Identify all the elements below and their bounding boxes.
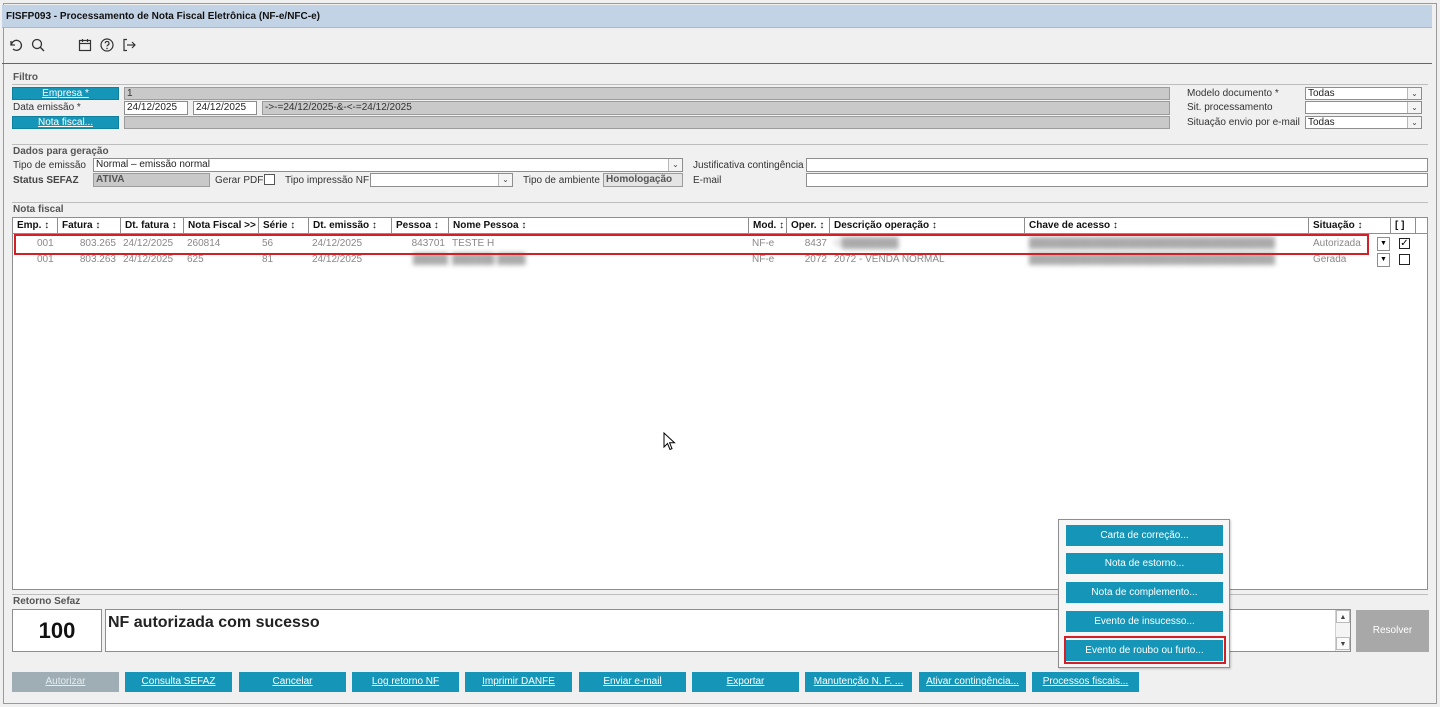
retorno-message: NF autorizada com sucesso — [108, 614, 320, 631]
sit-processamento-select[interactable]: ⌄ — [1305, 101, 1422, 114]
log-retorno-button[interactable]: Log retorno NF — [352, 672, 459, 692]
window-title: FISFP093 - Processamento de Nota Fiscal … — [6, 11, 320, 22]
empresa-field[interactable]: 1 — [124, 87, 1170, 100]
undo-icon[interactable] — [7, 36, 25, 54]
modelo-documento-value: Todas — [1308, 88, 1335, 99]
tipo-ambiente-label: Tipo de ambiente — [523, 175, 600, 186]
title-bar: FISFP093 - Processamento de Nota Fiscal … — [2, 5, 1432, 28]
table-header: Emp. ↕ Fatura ↕ Dt. fatura ↕ Nota Fiscal… — [13, 218, 1427, 234]
modelo-documento-select[interactable]: Todas ⌄ — [1305, 87, 1422, 100]
tipo-ambiente-value: Homologação — [603, 173, 683, 187]
col-dt-fatura[interactable]: Dt. fatura ↕ — [121, 218, 184, 234]
justificativa-field[interactable] — [806, 158, 1428, 172]
mouse-cursor-icon — [663, 432, 676, 451]
help-icon[interactable] — [98, 36, 116, 54]
col-serie[interactable]: Série ↕ — [259, 218, 309, 234]
evento-insucesso-button[interactable]: Evento de insucesso... — [1066, 611, 1223, 632]
gerar-pdf-label: Gerar PDF — [215, 175, 264, 186]
row-highlight-box — [14, 234, 1369, 255]
scroll-down-icon[interactable]: ▼ — [1336, 637, 1350, 650]
chevron-down-icon[interactable]: ⌄ — [498, 174, 512, 186]
dados-section-title: Dados para geração — [13, 146, 109, 157]
nota-fiscal-button[interactable]: Nota fiscal... — [12, 116, 119, 129]
calendar-icon[interactable] — [76, 36, 94, 54]
justificativa-label: Justificativa contingência — [693, 160, 804, 171]
enviar-email-button[interactable]: Enviar e-mail — [579, 672, 686, 692]
chevron-down-icon[interactable]: ⌄ — [668, 159, 682, 171]
toolbar-divider — [2, 63, 1432, 64]
gerar-pdf-checkbox[interactable] — [264, 174, 275, 185]
ativar-contingencia-button[interactable]: Ativar contingência... — [919, 672, 1026, 692]
modelo-documento-label: Modelo documento * — [1187, 88, 1279, 99]
nota-fiscal-field[interactable] — [124, 116, 1170, 129]
email-label: E-mail — [693, 175, 722, 186]
situacao-envio-label: Situação envio por e-mail — [1187, 117, 1300, 128]
chevron-down-icon[interactable]: ⌄ — [1407, 88, 1421, 99]
tipo-impressao-select[interactable]: ⌄ — [370, 173, 513, 187]
situacao-envio-select[interactable]: Todas ⌄ — [1305, 116, 1422, 129]
data-expression-field: ->-=24/12/2025-&-<-=24/12/2025 — [262, 101, 1170, 115]
carta-correcao-button[interactable]: Carta de correção... — [1066, 525, 1223, 546]
status-sefaz-value: ATIVA — [93, 173, 210, 187]
search-icon[interactable] — [29, 36, 47, 54]
col-situacao[interactable]: Situação ↕ — [1309, 218, 1391, 234]
popup-highlight-box — [1064, 636, 1226, 664]
data-fim-field[interactable]: 24/12/2025 — [193, 101, 257, 115]
filtro-section-title: Filtro — [13, 72, 38, 83]
row-dropdown-icon[interactable]: ▼ — [1377, 237, 1390, 251]
nota-complemento-button[interactable]: Nota de complemento... — [1066, 582, 1223, 603]
col-chave-acesso[interactable]: Chave de acesso ↕ — [1025, 218, 1309, 234]
row-checkbox[interactable] — [1399, 254, 1410, 265]
col-oper[interactable]: Oper. ↕ — [787, 218, 830, 234]
data-emissao-label: Data emissão * — [13, 102, 81, 113]
resolver-button[interactable]: Resolver — [1356, 610, 1429, 652]
cancelar-button[interactable]: Cancelar — [239, 672, 346, 692]
dados-divider — [12, 144, 1428, 145]
toolbar — [2, 32, 1432, 58]
tipo-impressao-label: Tipo impressão NF — [285, 175, 370, 186]
processos-fiscais-button[interactable]: Processos fiscais... — [1032, 672, 1139, 692]
col-descricao[interactable]: Descrição operação ↕ — [830, 218, 1025, 234]
tipo-emissao-value: Normal – emissão normal — [96, 159, 210, 170]
col-nota-fiscal[interactable]: Nota Fiscal >> — [184, 218, 259, 234]
consulta-sefaz-button[interactable]: Consulta SEFAZ — [125, 672, 232, 692]
empresa-button[interactable]: Empresa * — [12, 87, 119, 100]
tipo-emissao-label: Tipo de emissão — [13, 160, 86, 171]
situacao-envio-value: Todas — [1308, 117, 1335, 128]
retorno-section-title: Retorno Sefaz — [13, 596, 81, 607]
row-dropdown-icon[interactable]: ▼ — [1377, 253, 1390, 267]
nota-section-title: Nota fiscal — [13, 204, 64, 215]
retorno-scrollbar[interactable]: ▲ ▼ — [1335, 610, 1350, 651]
chevron-down-icon[interactable]: ⌄ — [1407, 102, 1421, 113]
exportar-button[interactable]: Exportar — [692, 672, 799, 692]
col-nome-pessoa[interactable]: Nome Pessoa ↕ — [449, 218, 749, 234]
tipo-emissao-select[interactable]: Normal – emissão normal ⌄ — [93, 158, 683, 172]
manutencao-nf-button[interactable]: Manutenção N. F. ... — [805, 672, 912, 692]
scroll-up-icon[interactable]: ▲ — [1336, 610, 1350, 623]
exit-icon[interactable] — [120, 36, 138, 54]
filtro-divider — [12, 84, 1428, 85]
retorno-code: 100 — [12, 609, 102, 652]
autorizar-button[interactable]: Autorizar — [12, 672, 119, 692]
sit-processamento-label: Sit. processamento — [1187, 102, 1273, 113]
nota-divider — [12, 202, 1428, 203]
status-sefaz-label: Status SEFAZ — [13, 175, 79, 186]
col-select-all[interactable]: [ ] — [1391, 218, 1416, 234]
col-dt-emissao[interactable]: Dt. emissão ↕ — [309, 218, 392, 234]
col-mod[interactable]: Mod. ↕ — [749, 218, 787, 234]
col-pessoa[interactable]: Pessoa ↕ — [392, 218, 449, 234]
col-emp[interactable]: Emp. ↕ — [13, 218, 58, 234]
col-fatura[interactable]: Fatura ↕ — [58, 218, 121, 234]
nota-estorno-button[interactable]: Nota de estorno... — [1066, 553, 1223, 574]
row-checkbox[interactable]: ✓ — [1399, 238, 1410, 249]
email-field[interactable] — [806, 173, 1428, 187]
imprimir-danfe-button[interactable]: Imprimir DANFE — [465, 672, 572, 692]
data-inicio-field[interactable]: 24/12/2025 — [124, 101, 188, 115]
chevron-down-icon[interactable]: ⌄ — [1407, 117, 1421, 128]
